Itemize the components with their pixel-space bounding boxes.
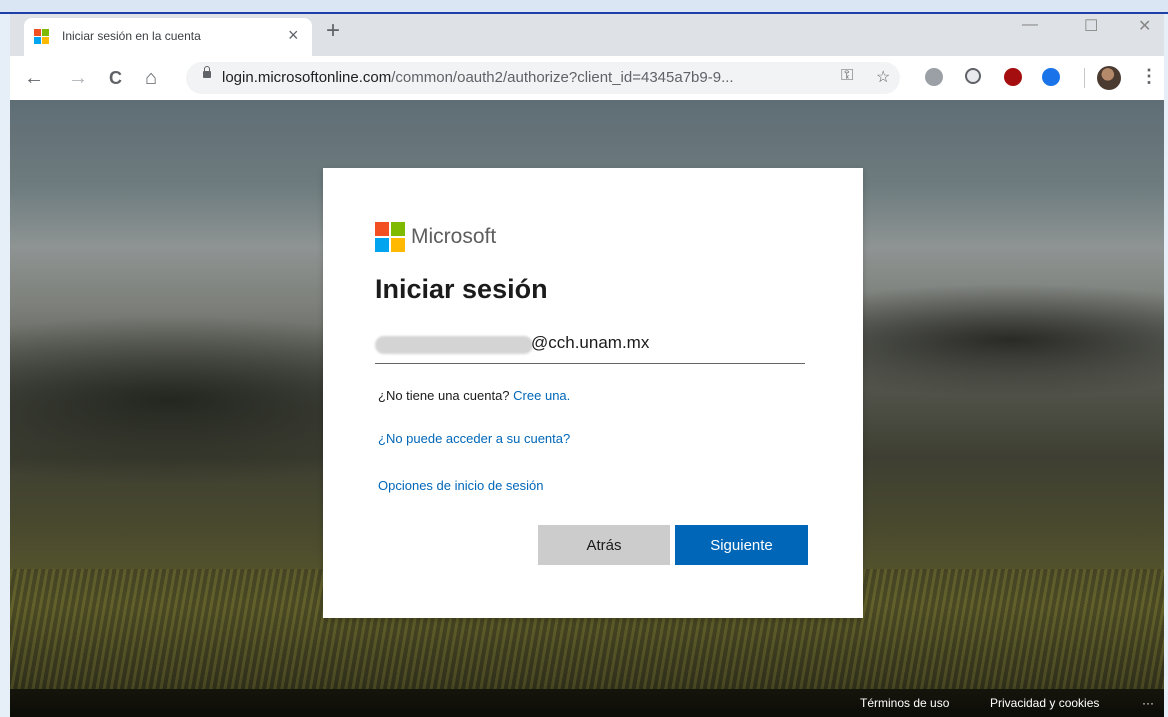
brand-name: Microsoft xyxy=(411,225,497,248)
browser-tab[interactable]: Iniciar sesión en la cuenta × xyxy=(24,18,312,56)
signin-options-row: Opciones de inicio de sesión xyxy=(378,478,544,493)
url-host: login.microsoftonline.com xyxy=(222,69,392,86)
new-tab-button[interactable]: + xyxy=(326,17,340,45)
key-icon[interactable]: ⚿ xyxy=(841,67,853,85)
no-account-text: ¿No tiene una cuenta? xyxy=(378,388,510,403)
microsoft-favicon-icon xyxy=(34,29,50,45)
tab-close-icon[interactable]: × xyxy=(288,25,299,46)
tab-title: Iniciar sesión en la cuenta xyxy=(62,29,201,43)
more-options-icon[interactable]: ··· xyxy=(1142,696,1154,710)
cant-access-link[interactable]: ¿No puede acceder a su cuenta? xyxy=(378,431,570,446)
email-domain: @cch.unam.mx xyxy=(531,333,650,352)
forward-arrow-icon[interactable]: → xyxy=(68,66,88,90)
home-icon[interactable]: ⌂ xyxy=(145,66,157,90)
email-field[interactable]: @cch.unam.mx xyxy=(375,330,805,364)
page-title: Iniciar sesión xyxy=(375,274,548,304)
footer-bar: Términos de uso Privacidad y cookies ··· xyxy=(10,689,1164,717)
url-text: login.microsoftonline.com/common/oauth2/… xyxy=(222,69,734,86)
redacted-username xyxy=(375,336,533,354)
maximize-icon[interactable]: ☐ xyxy=(1084,16,1098,36)
next-button[interactable]: Siguiente xyxy=(675,525,808,565)
privacy-link[interactable]: Privacidad y cookies xyxy=(990,696,1099,710)
browser-chrome: Iniciar sesión en la cuenta × + — ☐ ✕ ← … xyxy=(10,14,1164,100)
ublock-icon[interactable] xyxy=(1004,68,1022,86)
back-button[interactable]: Atrás xyxy=(538,525,670,565)
url-path: /common/oauth2/authorize?client_id=4345a… xyxy=(391,69,734,86)
browser-toolbar: ← → C ⌂ login.microsoftonline.com/common… xyxy=(10,56,1164,100)
terms-link[interactable]: Términos de uso xyxy=(860,696,949,710)
lock-icon xyxy=(203,66,211,78)
window-frame-left xyxy=(0,14,10,717)
back-arrow-icon[interactable]: ← xyxy=(24,66,44,90)
window-frame-right xyxy=(1164,14,1168,717)
menu-icon[interactable]: ⋮ xyxy=(1140,66,1158,87)
signin-card: Microsoft Iniciar sesión @cch.unam.mx ¿N… xyxy=(323,168,863,618)
address-bar[interactable]: login.microsoftonline.com/common/oauth2/… xyxy=(186,62,900,94)
star-icon[interactable]: ☆ xyxy=(876,67,890,87)
microsoft-logo-icon xyxy=(375,222,405,252)
cant-access-row: ¿No puede acceder a su cuenta? xyxy=(378,431,570,446)
extension-icon[interactable] xyxy=(925,68,943,86)
close-window-icon[interactable]: ✕ xyxy=(1138,16,1151,36)
create-account-link[interactable]: Cree una. xyxy=(513,388,570,403)
toolbar-separator xyxy=(1084,68,1085,88)
signin-options-link[interactable]: Opciones de inicio de sesión xyxy=(378,478,544,493)
extension-icon[interactable] xyxy=(965,68,981,84)
window-frame-top xyxy=(0,0,1168,14)
minimize-icon[interactable]: — xyxy=(1022,16,1038,34)
no-account-row: ¿No tiene una cuenta? Cree una. xyxy=(378,388,570,403)
reload-icon[interactable]: C xyxy=(109,66,122,90)
avatar[interactable] xyxy=(1097,66,1121,90)
extension-icon[interactable] xyxy=(1042,68,1060,86)
